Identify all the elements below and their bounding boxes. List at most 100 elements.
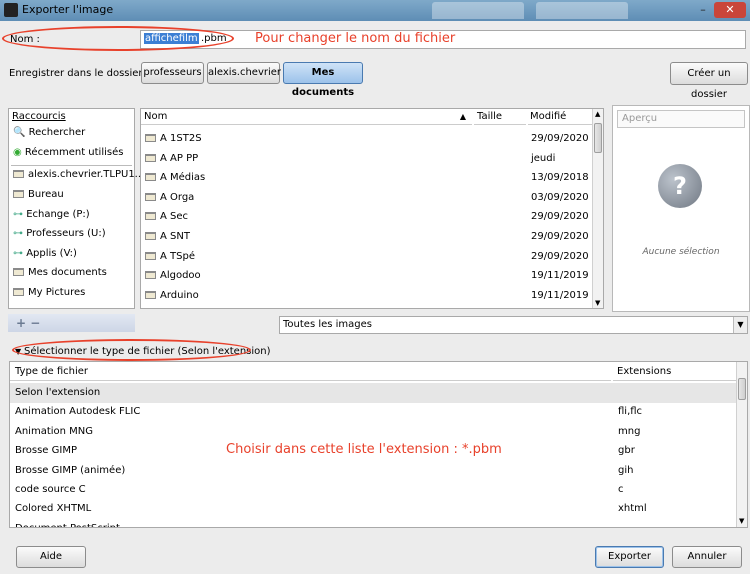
file-row[interactable]: C 1ST2S03/09/2020 <box>141 305 593 308</box>
dropdown-arrow-icon[interactable]: ▼ <box>733 317 747 333</box>
sort-arrow-icon: ▲ <box>459 112 466 121</box>
place-label: Bureau <box>28 189 64 200</box>
cancel-button[interactable]: Annuler <box>672 546 742 568</box>
place-label: Echange (P:) <box>26 209 90 220</box>
col-type-label: Type de fichier <box>15 366 89 377</box>
type-name: Colored XHTML <box>15 503 92 515</box>
scroll-down-icon[interactable]: ▼ <box>595 299 600 307</box>
type-list-scrollbar[interactable]: ▼ <box>736 362 747 527</box>
background-tab <box>432 2 524 19</box>
col-header-type[interactable]: Type de fichier <box>10 362 611 381</box>
type-row[interactable]: Document PostScript <box>10 519 736 527</box>
scroll-up-icon[interactable]: ▲ <box>595 110 600 118</box>
folder-icon <box>145 153 156 162</box>
type-name: Document PostScript <box>15 519 120 527</box>
clock-icon: ◉ <box>13 147 22 158</box>
network-drive-icon: ⊶ <box>13 209 23 220</box>
place-drive-p[interactable]: ⊶ Echange (P:) <box>9 205 134 225</box>
path-button-professeurs[interactable]: professeurs <box>141 62 204 84</box>
type-extension: gih <box>618 464 634 476</box>
folder-icon <box>145 290 156 299</box>
file-list: Nom ▲ Taille Modifié A 1ST2S 29/09/2020 A A… <box>140 108 604 309</box>
minimize-button[interactable]: – <box>692 2 714 18</box>
path-button-mes-documents[interactable]: Mes documents <box>283 62 363 98</box>
file-name: A Orga <box>160 191 195 203</box>
place-label: My Pictures <box>28 287 86 298</box>
title-bar: Exporter l'image – ✕ <box>0 0 750 21</box>
help-button[interactable]: Aide <box>16 546 86 568</box>
type-extension: fli,flc <box>618 406 643 418</box>
gimp-app-icon <box>4 3 18 17</box>
place-desktop[interactable]: Bureau <box>9 185 134 205</box>
type-row[interactable]: Animation MNG mng <box>10 422 736 442</box>
place-label: Applis (V:) <box>26 248 77 259</box>
file-date: 19/11/2019 <box>531 289 589 301</box>
col-header-extensions[interactable]: Extensions <box>613 362 737 381</box>
file-list-scrollbar[interactable]: ▲ ▼ <box>592 109 603 308</box>
window-title: Exporter l'image <box>22 3 114 16</box>
type-name: Selon l'extension <box>15 387 101 398</box>
type-row[interactable]: Brosse GIMP (animée) gih <box>10 461 736 481</box>
file-name: A TSpé <box>160 250 195 262</box>
type-name: code source C <box>15 484 86 495</box>
export-button[interactable]: Exporter <box>595 546 664 568</box>
scroll-thumb[interactable] <box>738 378 746 400</box>
file-date: 29/09/2020 <box>531 211 589 223</box>
preview-header[interactable]: Aperçu <box>617 110 745 128</box>
file-row[interactable]: A Sec 29/09/2020 <box>141 207 593 227</box>
type-extension: gbr <box>618 445 635 457</box>
file-name: A SNT <box>160 231 190 242</box>
file-row[interactable]: Arduino 19/11/2019 <box>141 286 593 306</box>
type-row[interactable]: Selon l'extension <box>10 383 736 403</box>
place-recent[interactable]: ◉ Récemment utilisés <box>9 143 134 163</box>
no-preview-icon: ? <box>658 164 702 208</box>
type-row[interactable]: Animation Autodesk FLIC fli,flc <box>10 402 736 422</box>
add-bookmark-icon[interactable]: + − <box>16 316 40 330</box>
place-home[interactable]: alexis.chevrier.TLPU1... <box>9 165 144 185</box>
annotation-rename: Pour changer le nom du fichier <box>255 31 456 46</box>
annotation-choose-extension: Choisir dans cette liste l'extension : *… <box>226 442 502 457</box>
folder-icon <box>13 190 24 198</box>
file-row[interactable]: A SNT 29/09/2020 <box>141 227 593 247</box>
file-date: 03/09/2020 <box>531 305 589 308</box>
place-search[interactable]: 🔍 Rechercher <box>9 123 134 143</box>
folder-icon <box>13 268 24 276</box>
file-row[interactable]: Algodoo 19/11/2019 <box>141 266 593 286</box>
folder-icon <box>145 212 156 221</box>
close-button[interactable]: ✕ <box>714 2 746 18</box>
file-date: 13/09/2018 <box>531 172 589 184</box>
place-drive-v[interactable]: ⊶ Applis (V:) <box>9 244 134 264</box>
place-drive-u[interactable]: ⊶ Professeurs (U:) <box>9 224 134 244</box>
file-row[interactable]: A Orga 03/09/2020 <box>141 188 593 208</box>
place-label: Récemment utilisés <box>24 147 124 158</box>
type-extension: xhtml <box>618 503 647 515</box>
folder-icon <box>145 173 156 182</box>
path-button-user[interactable]: alexis.chevrier <box>207 62 281 84</box>
network-drive-icon: ⊶ <box>13 228 23 239</box>
type-name: Animation Autodesk FLIC <box>15 406 141 418</box>
folder-icon <box>145 232 156 240</box>
places-header[interactable]: Raccourcis <box>12 111 66 122</box>
type-name: Brosse GIMP <box>15 445 77 457</box>
background-tab <box>536 2 628 19</box>
scroll-down-icon[interactable]: ▼ <box>739 517 744 525</box>
file-filter-combo[interactable]: Toutes les images ▼ <box>279 316 748 334</box>
file-row[interactable]: A TSpé 29/09/2020 <box>141 247 593 267</box>
file-date: jeudi <box>531 152 556 164</box>
file-date: 29/09/2020 <box>531 231 589 242</box>
file-row[interactable]: A Médias 13/09/2018 <box>141 168 593 188</box>
type-row[interactable]: code source C c <box>10 480 736 500</box>
file-row[interactable]: A 1ST2S 29/09/2020 <box>141 129 593 149</box>
folder-icon <box>13 288 24 296</box>
file-date: 29/09/2020 <box>531 250 589 262</box>
annotation-ellipse-type <box>12 339 251 361</box>
create-folder-button[interactable]: Créer un dossier <box>670 62 748 100</box>
place-pictures[interactable]: My Pictures <box>9 283 134 303</box>
place-documents[interactable]: Mes documents <box>9 263 134 283</box>
file-row[interactable]: A AP PP jeudi <box>141 149 593 169</box>
type-extension: c <box>618 484 624 495</box>
type-row[interactable]: Colored XHTML xhtml <box>10 499 736 519</box>
file-name: A Médias <box>160 172 206 184</box>
scroll-thumb[interactable] <box>594 123 602 153</box>
file-name: Algodoo <box>160 270 201 282</box>
